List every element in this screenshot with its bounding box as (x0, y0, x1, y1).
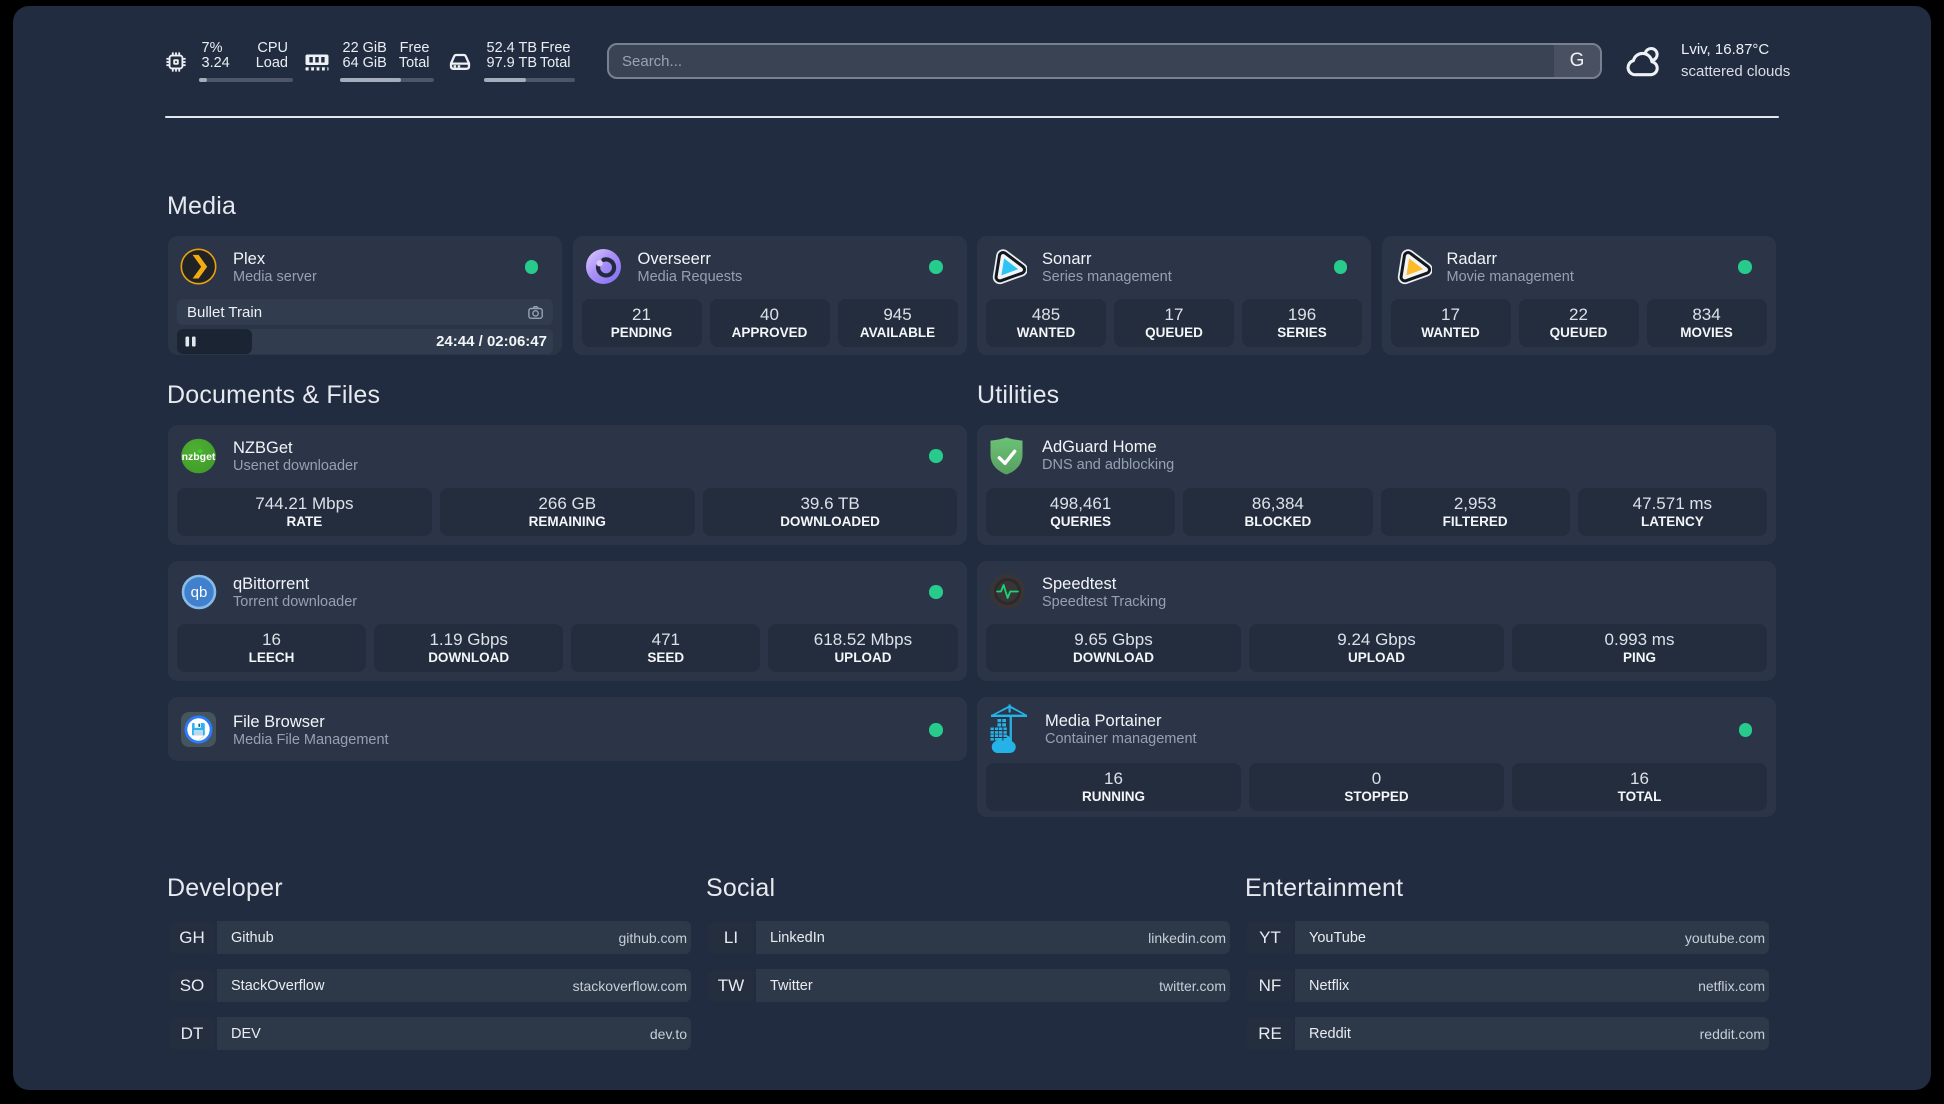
svg-text:nzbget: nzbget (182, 451, 216, 463)
svg-text:qb: qb (191, 584, 208, 601)
